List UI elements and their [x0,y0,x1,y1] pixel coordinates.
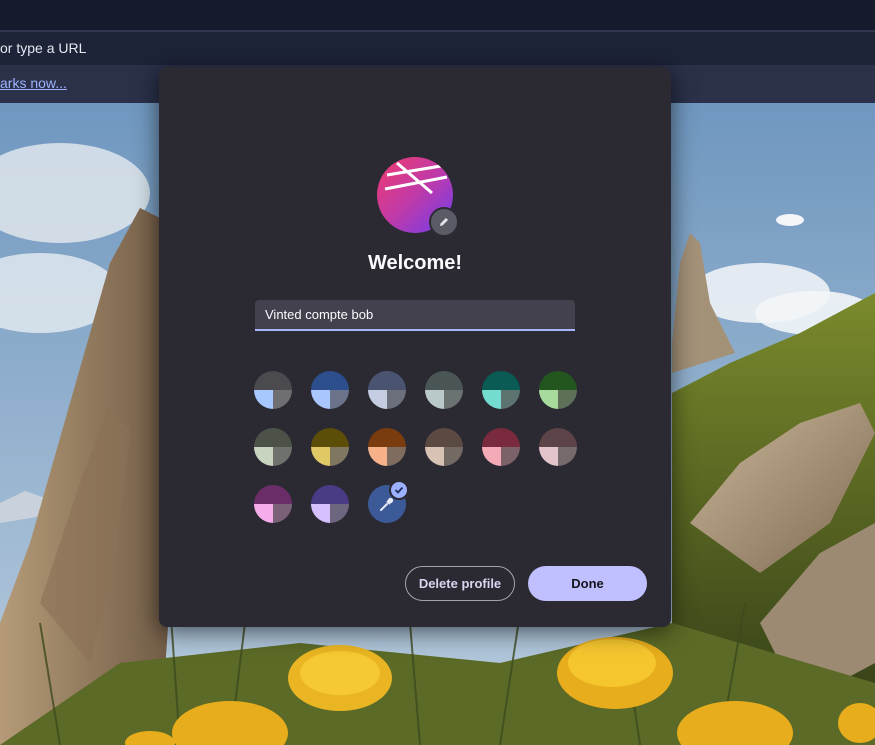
theme-teal-gray-swatch[interactable] [425,371,463,409]
done-button[interactable]: Done [528,566,647,601]
theme-orange-swatch[interactable] [368,428,406,466]
delete-profile-button[interactable]: Delete profile [405,566,515,601]
import-bookmarks-link[interactable]: arks now... [0,75,67,91]
address-bar-placeholder: or type a URL [0,40,87,56]
dialog-title: Welcome! [367,252,463,274]
theme-mauve-swatch[interactable] [539,428,577,466]
theme-gray-swatch[interactable] [254,371,292,409]
browser-title-bar [0,0,875,30]
theme-brown-swatch[interactable] [425,428,463,466]
profile-name-input[interactable] [255,300,575,331]
address-bar[interactable]: or type a URL [0,30,875,65]
theme-teal-swatch[interactable] [482,371,520,409]
theme-rose-swatch[interactable] [482,428,520,466]
theme-green-swatch[interactable] [539,371,577,409]
theme-sage-swatch[interactable] [254,428,292,466]
theme-violet-swatch[interactable] [311,485,349,523]
profile-setup-dialog: Welcome! Delete profile Done [159,67,671,627]
theme-plum-swatch[interactable] [254,485,292,523]
theme-olive-swatch[interactable] [311,428,349,466]
theme-slate-swatch[interactable] [368,371,406,409]
theme-blue-swatch[interactable] [311,371,349,409]
edit-avatar-button[interactable] [429,207,459,237]
pencil-icon [440,218,448,226]
checkmark-icon [394,486,404,494]
selected-indicator [389,480,409,500]
